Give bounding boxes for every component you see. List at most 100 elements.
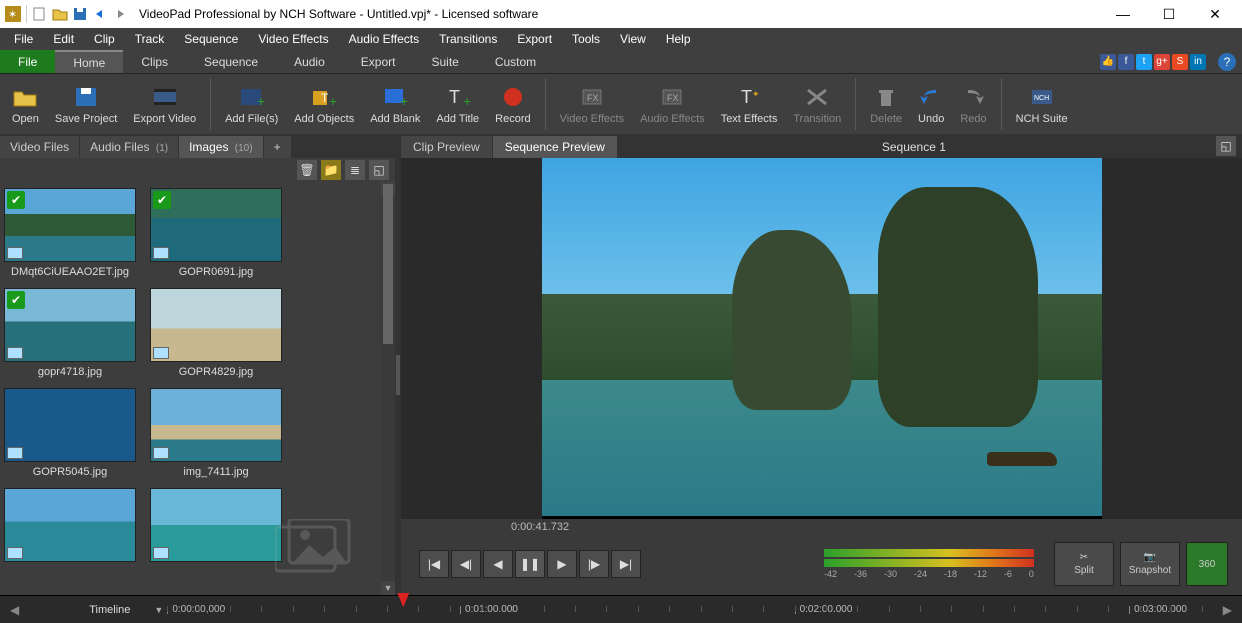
record-button[interactable]: Record: [487, 76, 538, 132]
menu-item-video-effects[interactable]: Video Effects: [248, 28, 338, 50]
preview-tab-sequence-preview[interactable]: Sequence Preview: [493, 136, 618, 158]
export-video-button[interactable]: Export Video: [125, 76, 204, 132]
media-thumbnail[interactable]: GOPR4829.jpg: [150, 288, 282, 378]
undo-button[interactable]: Undo: [910, 76, 952, 132]
preview-tabs: Clip PreviewSequence Preview Sequence 1 …: [401, 134, 1242, 158]
bin-list-view-icon[interactable]: ≣: [345, 160, 365, 180]
preview-tab-clip-preview[interactable]: Clip Preview: [401, 136, 493, 158]
snapshot-button[interactable]: 📷Snapshot: [1120, 542, 1180, 586]
ribbon-tab-export[interactable]: Export: [343, 50, 414, 73]
preview-detach-icon[interactable]: ◱: [1216, 136, 1236, 156]
media-bin-toolbar: 🗑 📁 ≣ ◱: [0, 158, 395, 182]
ribbon-tab-custom[interactable]: Custom: [477, 50, 554, 73]
social-f-icon[interactable]: f: [1118, 54, 1134, 70]
menu-item-tools[interactable]: Tools: [562, 28, 610, 50]
ribbon-button-label: Delete: [870, 113, 902, 125]
ribbon-tab-audio[interactable]: Audio: [276, 50, 343, 73]
menu-item-sequence[interactable]: Sequence: [174, 28, 248, 50]
help-icon[interactable]: ?: [1218, 53, 1236, 71]
save-project-button[interactable]: Save Project: [47, 76, 125, 132]
sequence-name: Sequence 1: [882, 136, 946, 158]
goto-end-button[interactable]: ▶|: [611, 550, 641, 578]
split-button[interactable]: ✂Split: [1054, 542, 1114, 586]
ribbon-tab-suite[interactable]: Suite: [413, 50, 476, 73]
qat-new-icon[interactable]: [31, 5, 49, 23]
media-tab-video-files[interactable]: Video Files: [0, 136, 80, 158]
add-files-button[interactable]: +Add File(s): [217, 76, 286, 132]
timeline-dropdown-icon[interactable]: ▼: [150, 605, 167, 615]
nch-suite-button[interactable]: NCHNCH Suite: [1008, 76, 1076, 132]
ribbon-tab-home[interactable]: Home: [55, 50, 123, 73]
thumbnail-type-badge-icon: [7, 247, 23, 259]
media-thumbnail[interactable]: GOPR5045.jpg: [4, 388, 136, 478]
record-icon: [500, 83, 526, 111]
menu-item-track[interactable]: Track: [125, 28, 175, 50]
add-objects-button[interactable]: T+Add Objects: [286, 76, 362, 132]
ribbon-button-label: Add Blank: [370, 113, 420, 125]
play-pause-button[interactable]: ❚❚: [515, 550, 545, 578]
social-in-icon[interactable]: in: [1190, 54, 1206, 70]
menu-item-edit[interactable]: Edit: [43, 28, 84, 50]
bin-detach-icon[interactable]: ◱: [369, 160, 389, 180]
social-tw-icon[interactable]: t: [1136, 54, 1152, 70]
menu-item-file[interactable]: File: [4, 28, 43, 50]
360-button[interactable]: 360: [1186, 542, 1228, 586]
media-thumbnail[interactable]: ✔DMqt6CiUEAAO2ET.jpg: [4, 188, 136, 278]
timeline-scale[interactable]: 0:00:00,0000:01:00.0000:02:00.0000:03:00…: [167, 596, 1212, 623]
social-su-icon[interactable]: S: [1172, 54, 1188, 70]
next-clip-button[interactable]: |▶: [579, 550, 609, 578]
menu-item-transitions[interactable]: Transitions: [429, 28, 507, 50]
media-tab-images[interactable]: Images (10): [179, 136, 263, 158]
ribbon-tab-sequence[interactable]: Sequence: [186, 50, 276, 73]
scroll-down-icon[interactable]: ▼: [381, 581, 395, 595]
step-back-button[interactable]: ◀: [483, 550, 513, 578]
timeline-playhead[interactable]: [397, 593, 409, 607]
media-thumbnail[interactable]: [4, 488, 136, 562]
menu-item-audio-effects[interactable]: Audio Effects: [339, 28, 430, 50]
svg-text:FX: FX: [667, 93, 679, 103]
timeline-goto-start-icon[interactable]: ◀: [10, 603, 19, 617]
step-forward-button[interactable]: ▶: [547, 550, 577, 578]
menu-item-view[interactable]: View: [610, 28, 656, 50]
scroll-thumb[interactable]: [383, 184, 393, 344]
ribbon-tab-clips[interactable]: Clips: [123, 50, 186, 73]
audio-effects-button: FXAudio Effects: [632, 76, 713, 132]
text-effects-icon: T✦: [736, 83, 762, 111]
text-effects-button[interactable]: T✦Text Effects: [713, 76, 786, 132]
media-thumbnail[interactable]: ✔gopr4718.jpg: [4, 288, 136, 378]
ribbon-tab-file[interactable]: File: [0, 50, 55, 73]
ribbon-button-label: Record: [495, 113, 530, 125]
playback-controls: |◀ ◀| ◀ ❚❚ ▶ |▶ ▶| -42-36-30-24-18-12-60…: [401, 533, 1242, 595]
menu-item-help[interactable]: Help: [656, 28, 701, 50]
qat-redo-icon[interactable]: [111, 5, 129, 23]
goto-start-button[interactable]: |◀: [419, 550, 449, 578]
qat-open-icon[interactable]: [51, 5, 69, 23]
social-g+-icon[interactable]: g+: [1154, 54, 1170, 70]
add-title-button[interactable]: T+Add Title: [428, 76, 487, 132]
media-thumbnail[interactable]: [150, 488, 282, 562]
preview-timecode: 0:00:41.732: [401, 519, 1242, 533]
media-tab-audio-files[interactable]: Audio Files (1): [80, 136, 179, 158]
qat-undo-icon[interactable]: [91, 5, 109, 23]
social-thumb-icon[interactable]: 👍: [1100, 54, 1116, 70]
bin-folder-icon[interactable]: 📁: [321, 160, 341, 180]
thumbnail-image: [4, 388, 136, 462]
media-thumbnail[interactable]: ✔GOPR0691.jpg: [150, 188, 282, 278]
media-scrollbar[interactable]: ▲ ▼: [381, 182, 395, 595]
ribbon-button-label: Undo: [918, 113, 944, 125]
timeline-goto-end-icon[interactable]: ▶: [1223, 603, 1232, 617]
bin-delete-icon[interactable]: 🗑: [297, 160, 317, 180]
media-thumbnail[interactable]: img_7411.jpg: [150, 388, 282, 478]
prev-clip-button[interactable]: ◀|: [451, 550, 481, 578]
timeline-ruler[interactable]: ◀ Timeline ▼ 0:00:00,0000:01:00.0000:02:…: [0, 595, 1242, 623]
qat-save-icon[interactable]: [71, 5, 89, 23]
window-minimize-button[interactable]: —: [1100, 0, 1146, 28]
media-add-tab-button[interactable]: +: [264, 136, 291, 158]
menu-item-clip[interactable]: Clip: [84, 28, 125, 50]
open-button[interactable]: Open: [4, 76, 47, 132]
add-blank-button[interactable]: +Add Blank: [362, 76, 428, 132]
ribbon-button-label: Transition: [793, 113, 841, 125]
window-close-button[interactable]: ✕: [1192, 0, 1238, 28]
window-maximize-button[interactable]: ☐: [1146, 0, 1192, 28]
menu-item-export[interactable]: Export: [507, 28, 562, 50]
